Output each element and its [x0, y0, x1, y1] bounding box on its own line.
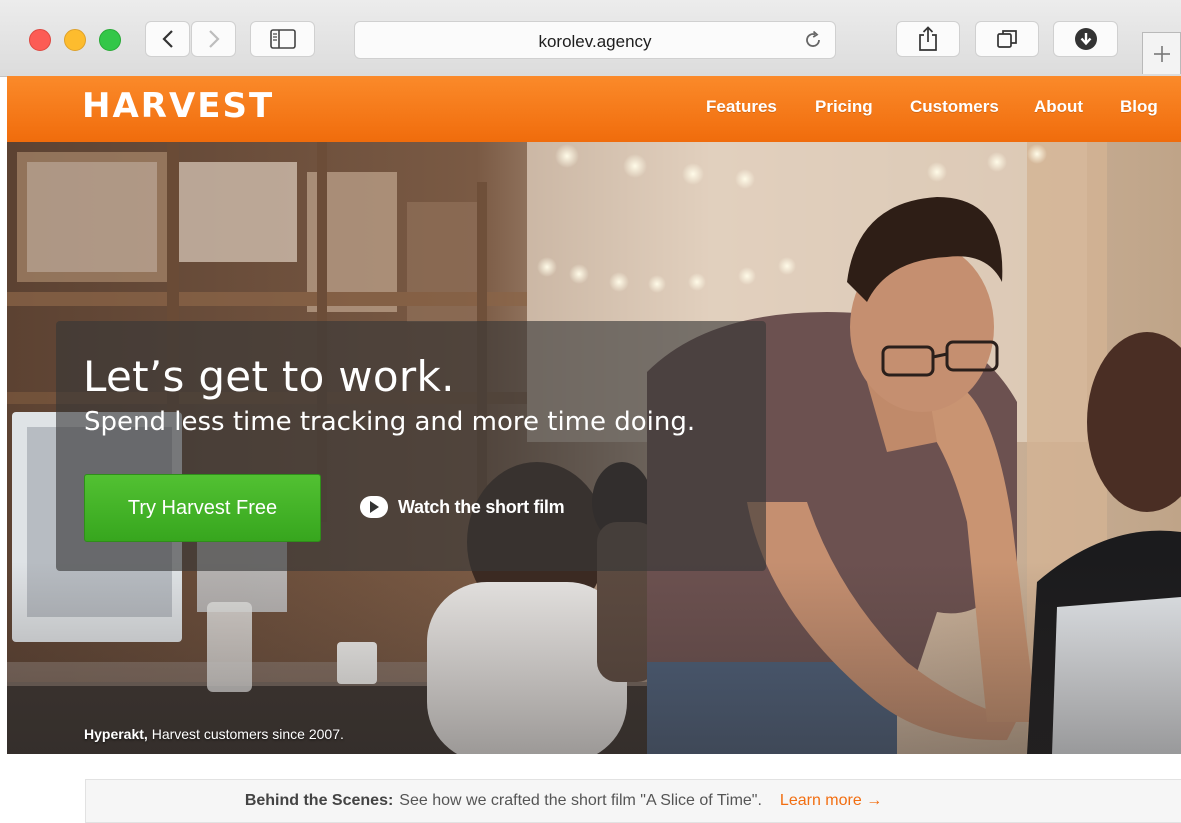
play-icon: [360, 496, 388, 518]
harvest-logo[interactable]: HARVEST: [82, 86, 274, 126]
new-tab-button[interactable]: [1142, 32, 1181, 74]
nav-pricing[interactable]: Pricing: [815, 97, 873, 117]
chevron-right-icon: [208, 30, 220, 48]
hero-section: Let’s get to work. Spend less time track…: [7, 142, 1181, 754]
chevron-left-icon: [161, 30, 173, 48]
try-harvest-free-button[interactable]: Try Harvest Free: [84, 474, 321, 542]
banner-lead: Behind the Scenes:: [244, 792, 394, 809]
nav-customers[interactable]: Customers: [910, 97, 999, 117]
sidebar-button[interactable]: [250, 21, 315, 57]
show-tabs-button[interactable]: [975, 21, 1039, 57]
banner-text: See how we crafted the short film "A Sli…: [399, 792, 762, 809]
photo-caption: Hyperakt, Harvest customers since 2007.: [84, 726, 344, 742]
minimize-window-button[interactable]: [64, 29, 86, 51]
share-button[interactable]: [896, 21, 960, 57]
nav-blog[interactable]: Blog: [1120, 97, 1158, 117]
tabs-icon: [997, 30, 1017, 48]
plus-icon: [1153, 45, 1170, 62]
nav-about[interactable]: About: [1034, 97, 1083, 117]
hero-subheadline: Spend less time tracking and more time d…: [84, 407, 696, 437]
close-window-button[interactable]: [29, 29, 51, 51]
site-header: HARVEST Features Pricing Customers About…: [7, 76, 1181, 142]
caption-company[interactable]: Hyperakt,: [84, 726, 148, 742]
forward-button[interactable]: [191, 21, 236, 57]
behind-the-scenes-banner: Behind the Scenes: See how we crafted th…: [85, 779, 1181, 823]
reload-icon[interactable]: [803, 30, 823, 55]
watch-film-label: Watch the short film: [398, 496, 565, 517]
address-bar[interactable]: korolev.agency: [354, 21, 836, 59]
url-text: korolev.agency: [538, 32, 652, 51]
browser-toolbar: korolev.agency: [0, 0, 1181, 77]
share-icon: [919, 26, 937, 51]
back-button[interactable]: [145, 21, 190, 57]
sidebar-icon: [269, 29, 296, 49]
learn-more-link[interactable]: Learn more →: [780, 792, 882, 810]
download-icon: [1074, 28, 1097, 50]
caption-text: Harvest customers since 2007.: [147, 726, 344, 742]
hero-headline: Let’s get to work.: [83, 352, 455, 401]
nav-features[interactable]: Features: [706, 97, 777, 117]
watch-film-link[interactable]: Watch the short film: [360, 496, 565, 518]
downloads-button[interactable]: [1053, 21, 1118, 57]
zoom-window-button[interactable]: [99, 29, 121, 51]
